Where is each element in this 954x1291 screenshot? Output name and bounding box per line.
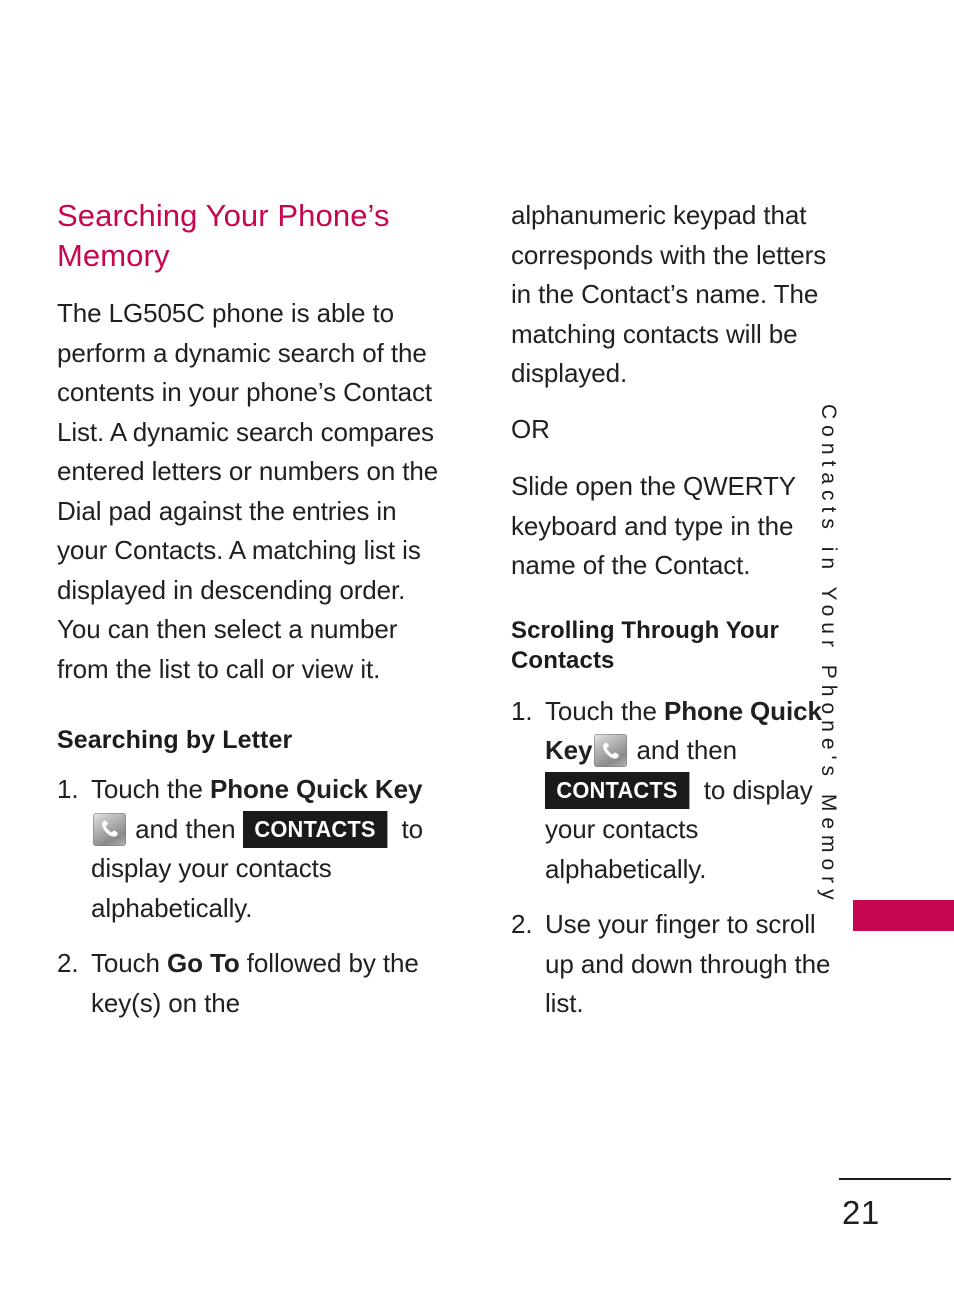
list-item: 1. Touch the Phone Quick Key and then CO…: [511, 692, 849, 890]
step-bold-phrase: Phone Quick Key: [209, 774, 423, 804]
list-item-number: 2.: [57, 948, 79, 978]
list-item: 1. Touch the Phone Quick Key and then CO…: [57, 770, 439, 928]
step-text-after-icon: and then: [128, 813, 243, 844]
subheading-searching-by-letter: Searching by Letter: [57, 726, 293, 754]
list-item: 2. Touch Go To followed by the key(s) on…: [57, 944, 439, 1023]
list-item-number: 2.: [511, 909, 533, 939]
phone-key-icon: [93, 812, 126, 846]
left-steps-list: 1. Touch the Phone Quick Key and then CO…: [57, 770, 439, 1023]
folio-rule: [839, 1178, 951, 1180]
running-head: Contacts in Your Phone's Memory: [817, 404, 840, 906]
list-item-number: 1.: [511, 695, 533, 726]
list-item: 2. Use your finger to scroll up and down…: [511, 905, 849, 1024]
phone-key-icon: [594, 734, 628, 767]
page-title: Searching Your Phone’s Memory: [57, 198, 390, 273]
step-text: Use your finger to scroll up and down th…: [545, 909, 831, 1018]
chapter-thumb-tab: [853, 900, 954, 931]
left-column: Searching Your Phone’s Memory The LG505C…: [57, 196, 439, 1039]
continuation-paragraph: alphanumeric keypad that corresponds wit…: [511, 200, 827, 388]
list-item-number: 1.: [57, 774, 79, 804]
qwerty-paragraph: Slide open the QWERTY keyboard and type …: [511, 471, 796, 580]
heading-scrolling-through-your-contacts: Scrolling Through Your Contacts: [511, 616, 779, 674]
intro-paragraph: The LG505C phone is able to perform a dy…: [57, 298, 439, 684]
or-label: OR: [511, 413, 550, 444]
step-text-before: Touch: [91, 948, 168, 978]
right-steps-list: 1. Touch the Phone Quick Key and then CO…: [511, 692, 849, 1024]
page-number: 21: [842, 1194, 880, 1231]
contacts-badge: CONTACTS: [242, 810, 387, 848]
step-text-before: Touch the: [91, 774, 210, 804]
right-column: alphanumeric keypad that corresponds wit…: [511, 196, 849, 1040]
step-bold-phrase: Go To: [167, 948, 240, 978]
step-text-before: Touch the: [545, 695, 664, 726]
manual-page: Searching Your Phone’s Memory The LG505C…: [0, 0, 954, 1291]
step-text-after-icon: and then: [629, 735, 738, 765]
contacts-badge: CONTACTS: [545, 771, 690, 809]
